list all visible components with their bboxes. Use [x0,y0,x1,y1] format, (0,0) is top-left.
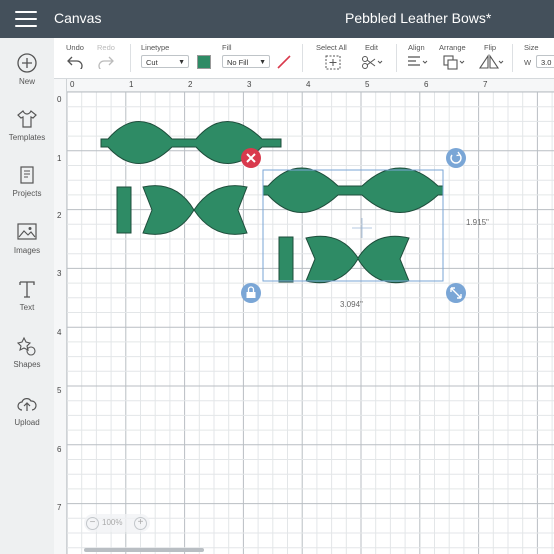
bow-tail-shape[interactable] [142,185,248,235]
bow-strap-shape[interactable] [116,186,132,234]
zoom-level: 100% [102,518,123,527]
delete-handle[interactable] [241,148,261,168]
selection-width-label: 3.094" [340,300,363,309]
zoom-out-button[interactable]: − [86,517,99,530]
bow-strap-shape[interactable] [278,236,294,283]
selection-center-mark [352,218,372,238]
rotate-handle[interactable] [446,148,466,168]
selection-height-label: 1.915" [466,218,489,227]
resize-handle[interactable] [446,283,466,303]
lock-proportions-handle[interactable] [241,283,261,303]
shapes-layer [100,121,466,303]
bow-loop-shape[interactable] [262,167,444,213]
horizontal-scrollbar[interactable] [84,548,204,552]
lock-icon [246,292,256,298]
zoom-control: − 100% + [84,514,150,532]
zoom-in-button[interactable]: + [134,517,147,530]
bow-tail-shape[interactable] [305,235,410,284]
